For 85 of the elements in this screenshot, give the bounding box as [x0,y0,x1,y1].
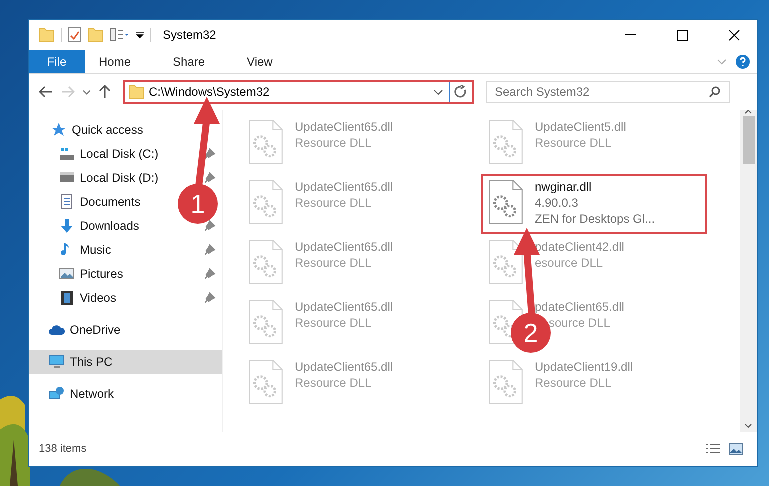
ribbon-tab[interactable]: Home [85,50,146,73]
folder-icon [88,28,104,42]
step-badge [178,184,218,224]
step-badge [511,313,551,353]
dll-file-icon [249,300,283,344]
dll-file-icon [249,360,283,404]
file-description: ZEN for Desktops Gl... [535,212,656,226]
file-menu-button[interactable]: File [29,50,85,73]
search-icon [709,86,721,98]
pin-icon[interactable] [204,220,216,232]
sidebar-item[interactable]: Network [70,387,114,401]
sidebar-item[interactable]: OneDrive [70,323,121,337]
folder-icon [129,85,145,99]
scroll-down-icon[interactable] [745,424,752,428]
file-type: Resource DLL [295,196,373,210]
minimize-icon [624,34,636,36]
document-icon [59,194,75,210]
drive-icon [59,146,75,162]
chevron-down-icon [83,90,91,94]
item-count: 138 items [39,443,88,455]
window-title: System32 [163,28,218,42]
sidebar-item[interactable]: This PC [70,355,113,369]
sidebar-item[interactable]: Local Disk (C:) [80,147,159,161]
dll-file-icon [249,180,283,224]
download-arrow-icon [59,218,75,234]
sidebar-item[interactable]: Local Disk (D:) [80,171,159,185]
file-type: Resource DLL [295,376,373,390]
pin-icon[interactable] [204,172,216,184]
file-type: Resource DLL [535,376,613,390]
sidebar-item[interactable]: Quick access [72,123,144,137]
help-icon[interactable] [735,54,751,70]
file-type: esource DLL [535,256,604,270]
sidebar-item[interactable]: Videos [80,291,116,305]
recent-locations-button[interactable] [81,88,93,96]
step-number: 2 [524,318,538,348]
monitor-icon [49,354,65,370]
dll-file-icon [249,240,283,284]
file-type: source DLL [549,316,612,330]
dropdown-arrow-icon[interactable] [136,31,144,39]
back-arrow-icon [39,86,53,98]
back-button[interactable] [37,84,55,100]
scroll-thumb[interactable] [742,116,754,164]
dll-file-icon [489,180,523,224]
film-icon [59,290,75,306]
dll-file-icon [249,120,283,164]
sidebar-item[interactable]: Music [80,243,112,257]
pin-icon[interactable] [204,292,216,304]
file-type: Resource DLL [295,136,373,150]
star-icon [51,122,67,138]
view-list-icon[interactable] [110,28,130,42]
pin-icon[interactable] [204,244,216,256]
file-name[interactable]: nwginar.dll [535,180,656,194]
scroll-up-icon[interactable] [745,110,752,114]
network-icon [49,386,65,402]
ribbon-tab[interactable]: Share [159,50,220,73]
close-icon [728,30,740,40]
sidebar-item[interactable]: Documents [80,195,141,209]
pin-icon[interactable] [204,148,216,160]
sidebar-item[interactable]: Pictures [80,267,124,281]
expand-ribbon-icon[interactable] [717,58,727,64]
maximize-icon [676,30,688,40]
thumbnail-view-icon[interactable] [729,443,743,455]
dll-file-icon [489,120,523,164]
sidebar-item[interactable]: Downloads [80,219,140,233]
picture-icon [59,266,75,282]
step-number: 1 [190,189,206,219]
folder-icon [39,28,55,42]
checklist-icon[interactable] [68,27,82,43]
scrollbar[interactable] [740,110,757,432]
forward-arrow-icon [61,86,75,98]
file-type: Resource DLL [295,256,373,270]
file-version: 4.90.0.3 [535,196,580,210]
ribbon-tab[interactable]: View [233,50,287,73]
dll-file-icon [489,360,523,404]
up-arrow-icon [99,85,111,99]
pin-icon[interactable] [204,268,216,280]
refresh-icon[interactable] [454,85,468,99]
dll-file-icon [489,240,523,284]
file-type: Resource DLL [535,136,613,150]
address-bar[interactable]: C:\Windows\System32 [123,80,474,104]
search-box[interactable]: Search System32 [486,81,730,103]
address-field[interactable]: C:\Windows\System32 [145,85,434,99]
details-view-icon[interactable] [705,444,721,454]
up-button[interactable] [97,83,113,101]
file-type: Resource DLL [295,316,373,330]
